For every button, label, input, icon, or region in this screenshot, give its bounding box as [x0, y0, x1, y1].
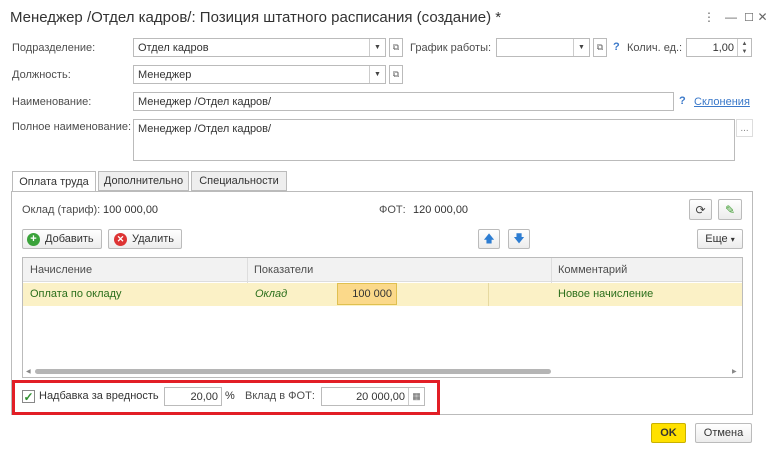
tab-specialties[interactable]: Специальности — [191, 171, 287, 191]
ok-button[interactable]: OK — [651, 423, 686, 443]
bonus-checkbox[interactable]: ✓ — [22, 390, 35, 404]
units-value: 1,00 — [712, 41, 734, 54]
percent-sign: % — [225, 390, 235, 402]
scroll-left-icon[interactable]: ◀ — [26, 368, 31, 375]
bonus-label: Надбавка за вредность — [39, 390, 159, 402]
position-label: Должность: — [12, 69, 71, 81]
refresh-button[interactable]: ⟳ — [689, 199, 712, 220]
name-value: Менеджер /Отдел кадров/ — [138, 95, 272, 108]
chevron-down-icon: ▾ — [730, 234, 735, 244]
add-button[interactable]: + Добавить — [22, 229, 102, 249]
name-field[interactable]: Менеджер /Отдел кадров/ — [133, 92, 674, 111]
bonus-percent-field[interactable]: 20,00 — [164, 387, 222, 406]
department-value: Отдел кадров — [138, 41, 209, 54]
column-header-accrual[interactable]: Начисление — [30, 264, 92, 276]
fullname-textarea[interactable]: Менеджер /Отдел кадров/ — [133, 119, 735, 161]
column-header-indicators[interactable]: Показатели — [254, 264, 313, 276]
refresh-icon: ⟳ — [695, 202, 706, 217]
more-button-label: Еще — [705, 233, 728, 245]
contribution-label: Вклад в ФОТ: — [245, 390, 315, 402]
tab-additional[interactable]: Дополнительно — [98, 171, 189, 191]
maximize-icon[interactable]: ☐ — [740, 8, 758, 26]
minimize-icon[interactable]: — — [722, 8, 740, 26]
more-vert-icon[interactable]: ⋮ — [700, 8, 718, 26]
h-scrollbar[interactable]: ◀ ▶ — [23, 368, 742, 376]
help-icon[interactable]: ? — [613, 41, 620, 53]
stepper-icon[interactable]: ▲ ▼ — [737, 39, 751, 56]
row-comment: Новое начисление — [558, 288, 654, 300]
row-indicator-value[interactable]: 100 000 — [337, 283, 397, 305]
position-value: Менеджер — [138, 68, 192, 81]
cell-divider — [488, 283, 489, 306]
contribution-value: 20 000,00 — [356, 390, 405, 403]
edit-button[interactable]: ✎ — [718, 199, 742, 220]
fot-label: ФОТ: — [379, 204, 406, 216]
row-accrual: Оплата по окладу — [30, 288, 122, 300]
fot-value: 120 000,00 — [413, 204, 469, 216]
fullname-label: Полное наименование: — [12, 121, 132, 133]
bonus-percent-value: 20,00 — [190, 390, 218, 403]
delete-button[interactable]: ✕ Удалить — [108, 229, 182, 249]
scroll-right-icon[interactable]: ▶ — [732, 368, 737, 375]
salary-value: 100 000,00 — [103, 204, 159, 216]
schedule-label: График работы: — [410, 42, 492, 54]
calculator-icon[interactable]: ▦ — [408, 388, 424, 405]
table-header — [23, 258, 742, 282]
chevron-down-icon[interactable]: ▼ — [369, 39, 385, 56]
name-label: Наименование: — [12, 96, 92, 108]
chevron-down-icon[interactable]: ▼ — [573, 39, 589, 56]
delete-icon: ✕ — [114, 232, 127, 246]
pencil-icon: ✎ — [724, 202, 736, 217]
row-indicator: Оклад — [255, 288, 288, 300]
schedule-field[interactable]: ▼ — [496, 38, 590, 57]
more-button[interactable]: Еще ▾ — [697, 229, 743, 249]
declensions-link[interactable]: Склонения — [694, 96, 750, 108]
tab-pay[interactable]: Оплата труда — [12, 171, 96, 192]
department-label: Подразделение: — [12, 42, 96, 54]
units-field[interactable]: 1,00 ▲ ▼ — [686, 38, 752, 57]
close-icon[interactable]: ✕ — [757, 8, 768, 26]
fullname-edit-button[interactable]: ... — [736, 119, 753, 137]
department-field[interactable]: Отдел кадров ▼ — [133, 38, 386, 57]
column-header-comment[interactable]: Комментарий — [558, 264, 627, 276]
open-icon[interactable]: ⧉ — [389, 38, 403, 57]
plus-icon: + — [27, 232, 40, 246]
window-title: Менеджер /Отдел кадров/: Позиция штатног… — [10, 9, 502, 26]
arrow-up-icon: 🡅 — [483, 232, 495, 245]
contribution-field[interactable]: 20 000,00 ▦ — [321, 387, 425, 406]
delete-button-label: Удалить — [132, 233, 174, 245]
open-icon[interactable]: ⧉ — [593, 38, 607, 57]
help-icon[interactable]: ? — [679, 95, 686, 107]
cancel-button[interactable]: Отмена — [695, 423, 752, 443]
units-label: Колич. ед.: — [627, 42, 683, 54]
move-down-button[interactable]: 🡇 — [508, 229, 530, 249]
scroll-thumb[interactable] — [35, 369, 551, 374]
position-field[interactable]: Менеджер ▼ — [133, 65, 386, 84]
arrow-down-icon: 🡇 — [513, 232, 525, 245]
chevron-down-icon[interactable]: ▼ — [369, 66, 385, 83]
salary-label: Оклад (тариф): — [22, 204, 101, 216]
fullname-value: Менеджер /Отдел кадров/ — [138, 123, 272, 135]
open-icon[interactable]: ⧉ — [389, 65, 403, 84]
add-button-label: Добавить — [45, 233, 94, 245]
move-up-button[interactable]: 🡅 — [478, 229, 500, 249]
